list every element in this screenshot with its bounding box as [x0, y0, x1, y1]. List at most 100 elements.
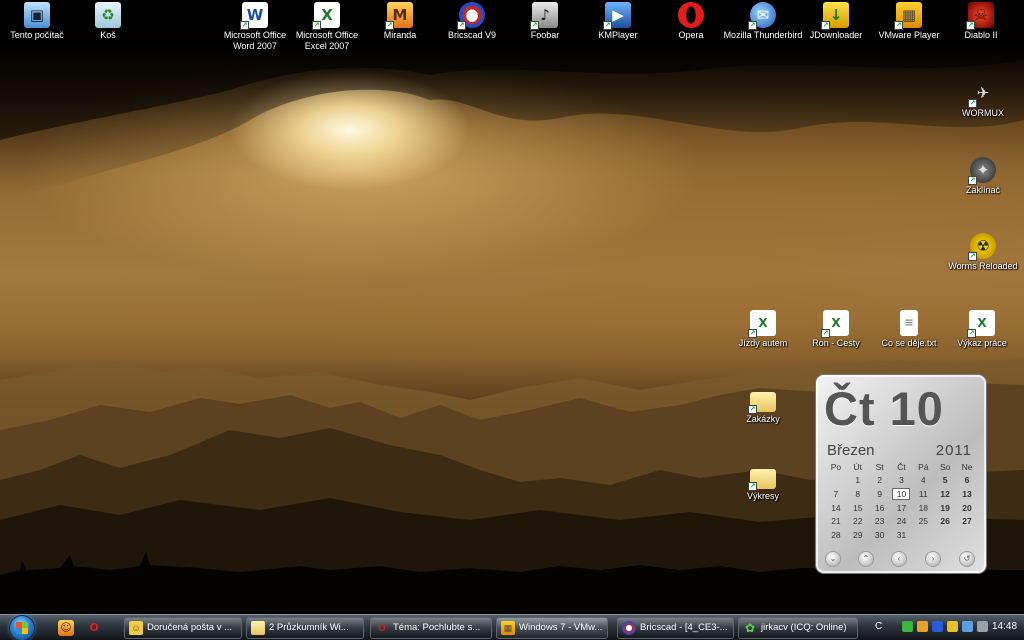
calendar-day[interactable]: 14	[825, 501, 847, 515]
folder-icon: ↗	[748, 469, 776, 491]
desktop-icon-ron-cesty[interactable]: X ↗ Ron - Cesty	[795, 310, 877, 349]
desktop-icon-worms[interactable]: ☢ ↗ Worms Reloaded	[942, 233, 1024, 272]
calendar-day[interactable]: 19	[934, 501, 956, 515]
desktop-icon-jizdy-autem[interactable]: X ↗ Jízdy autem	[722, 310, 804, 349]
chevron-left-icon[interactable]: ‹	[892, 552, 906, 566]
calendar-day[interactable]: 2	[869, 474, 891, 488]
calendar-day[interactable]: 30	[869, 528, 891, 542]
calendar-day[interactable]: 3	[891, 474, 913, 488]
calendar-day[interactable]	[825, 474, 847, 488]
shortcut-arrow-icon: ↗	[966, 21, 975, 30]
calendar-day[interactable]: 21	[825, 514, 847, 528]
desktop-icon-opera[interactable]: Opera	[650, 2, 732, 41]
calendar-day[interactable]: 7	[825, 487, 847, 501]
taskbar-button-icq[interactable]: ✿ jirkacv (ICQ: Online)	[738, 617, 858, 639]
desktop-icon-vykresy[interactable]: ↗ Výkresy	[722, 465, 804, 502]
calendar-day[interactable]: 9	[869, 487, 891, 501]
foobar-icon: ♪ ↗	[530, 2, 558, 30]
computer-icon: ▣	[24, 2, 50, 28]
chevron-right-icon[interactable]: ›	[926, 552, 940, 566]
calendar-day[interactable]: 11	[912, 487, 934, 501]
witcher-icon: ✦ ↗	[968, 157, 996, 185]
folder-icon	[251, 621, 265, 635]
desktop-icon-word[interactable]: W ↗ Microsoft Office Word 2007	[214, 2, 296, 52]
desktop-icon-excel[interactable]: X ↗ Microsoft Office Excel 2007	[286, 2, 368, 52]
calendar-day-today[interactable]: 10	[891, 487, 913, 501]
jdownloader-icon: ↓ ↗	[821, 2, 849, 30]
miranda-tray-icon[interactable]	[917, 621, 928, 632]
desktop-icon-vykaz-prace[interactable]: X ↗ Výkaz práce	[941, 310, 1023, 349]
calendar-day[interactable]	[956, 528, 978, 542]
bluetooth-icon[interactable]	[932, 621, 943, 632]
network-icon[interactable]	[962, 621, 973, 632]
calendar-day[interactable]: 8	[847, 487, 869, 501]
desktop-icon-zakazky[interactable]: ↗ Zakázky	[722, 388, 804, 425]
calendar-day[interactable]: 5	[934, 474, 956, 488]
quicklaunch-opera-icon[interactable]: O	[86, 620, 102, 636]
calendar-day[interactable]: 22	[847, 514, 869, 528]
calendar-day[interactable]: 13	[956, 487, 978, 501]
desktop-icon-wormux[interactable]: ✈ ↗ WORMUX	[942, 80, 1024, 119]
taskbar-button-explorer[interactable]: 2 Průzkumník Wi...	[246, 617, 364, 639]
desktop-icon-thunderbird[interactable]: ✉ ↗ Mozilla Thunderbird	[722, 2, 804, 41]
quicklaunch-miranda-icon[interactable]: ☺	[58, 620, 74, 636]
calendar-day[interactable]: 25	[912, 514, 934, 528]
chevron-down-icon[interactable]: ⌄	[826, 552, 840, 566]
calendar-day[interactable]: 12	[934, 487, 956, 501]
desktop-icon-recycle-bin[interactable]: ♻ Koš	[67, 2, 149, 41]
desktop-icon-jdownloader[interactable]: ↓ ↗ JDownloader	[795, 2, 877, 41]
calendar-day[interactable]: 31	[891, 528, 913, 542]
calendar-day[interactable]: 16	[869, 501, 891, 515]
calendar-week-row: 14 15 16 17 18 19 20	[825, 501, 978, 515]
calendar-day[interactable]: 28	[825, 528, 847, 542]
calendar-day[interactable]	[912, 528, 934, 542]
calendar-day[interactable]: 4	[912, 474, 934, 488]
excel-file-icon: X ↗	[821, 310, 849, 338]
calendar-day-today-label: 10	[892, 487, 911, 500]
calendar-day[interactable]: 20	[956, 501, 978, 515]
language-indicator[interactable]: C	[875, 621, 882, 632]
taskbar-button-vmware[interactable]: ▦ Windows 7 - VMw...	[496, 617, 608, 639]
calendar-day[interactable]: 29	[847, 528, 869, 542]
shortcut-arrow-icon: ↗	[385, 21, 394, 30]
calendar-day[interactable]: 27	[956, 514, 978, 528]
desktop-icon-vmware[interactable]: ▦ ↗ VMware Player	[868, 2, 950, 41]
shortcut-arrow-icon: ↗	[894, 21, 903, 30]
icq-tray-icon[interactable]	[902, 621, 913, 632]
taskbar-button-thunderbird[interactable]: ☺ Doručená pošta v ...	[124, 617, 242, 639]
thunderbird-icon: ☺	[129, 621, 143, 635]
desktop-icon-kmplayer[interactable]: ▶ ↗ KMPlayer	[577, 2, 659, 41]
start-button[interactable]	[4, 615, 42, 640]
calendar-day[interactable]: 23	[869, 514, 891, 528]
calendar-nav: ⌄ ⌃ ‹ › ↺	[816, 552, 986, 566]
chevron-up-icon[interactable]: ⌃	[859, 552, 873, 566]
desktop-icon-diablo[interactable]: ☠ ↗ Diablo II	[940, 2, 1022, 41]
desktop-icon-witcher[interactable]: ✦ ↗ Zaklínač	[942, 157, 1024, 196]
calendar-day[interactable]: 18	[912, 501, 934, 515]
vmware-tray-icon[interactable]	[947, 621, 958, 632]
taskbar-button-bricscad[interactable]: Bricscad - [4_CE3-...	[617, 617, 734, 639]
calendar-day[interactable]	[934, 528, 956, 542]
excel-file-icon: X ↗	[967, 310, 995, 338]
calendar-day[interactable]: 6	[956, 474, 978, 488]
calendar-day[interactable]: 17	[891, 501, 913, 515]
taskbar-button-opera[interactable]: O Téma: Pochlubte s...	[370, 617, 492, 639]
bricscad-icon	[622, 621, 636, 635]
clock[interactable]: 14:48	[992, 621, 1017, 632]
calendar-day[interactable]: 1	[847, 474, 869, 488]
return-icon[interactable]: ↺	[960, 552, 974, 566]
desktop-icon-miranda[interactable]: M ↗ Miranda	[359, 2, 441, 41]
calendar-day[interactable]: 15	[847, 501, 869, 515]
calendar-day[interactable]: 26	[934, 514, 956, 528]
calendar-gadget[interactable]: Čt 10 Březen 2011 Po Út St Čt Pá So Ne 1	[816, 375, 986, 573]
weekday-label: Čt	[897, 461, 906, 472]
weekday-label: Ne	[961, 461, 973, 472]
desktop-icon-foobar[interactable]: ♪ ↗ Foobar	[504, 2, 586, 41]
volume-icon[interactable]	[977, 621, 988, 632]
desktop-icon-bricscad[interactable]: ● ↗ Bricscad V9	[431, 2, 513, 41]
system-tray: C 14:48	[868, 615, 1024, 640]
shortcut-arrow-icon: ↗	[968, 99, 977, 108]
desktop-icon-co-se-deje[interactable]: ≡ Co se děje.txt	[868, 310, 950, 349]
shortcut-arrow-icon: ↗	[530, 21, 539, 30]
calendar-day[interactable]: 24	[891, 514, 913, 528]
